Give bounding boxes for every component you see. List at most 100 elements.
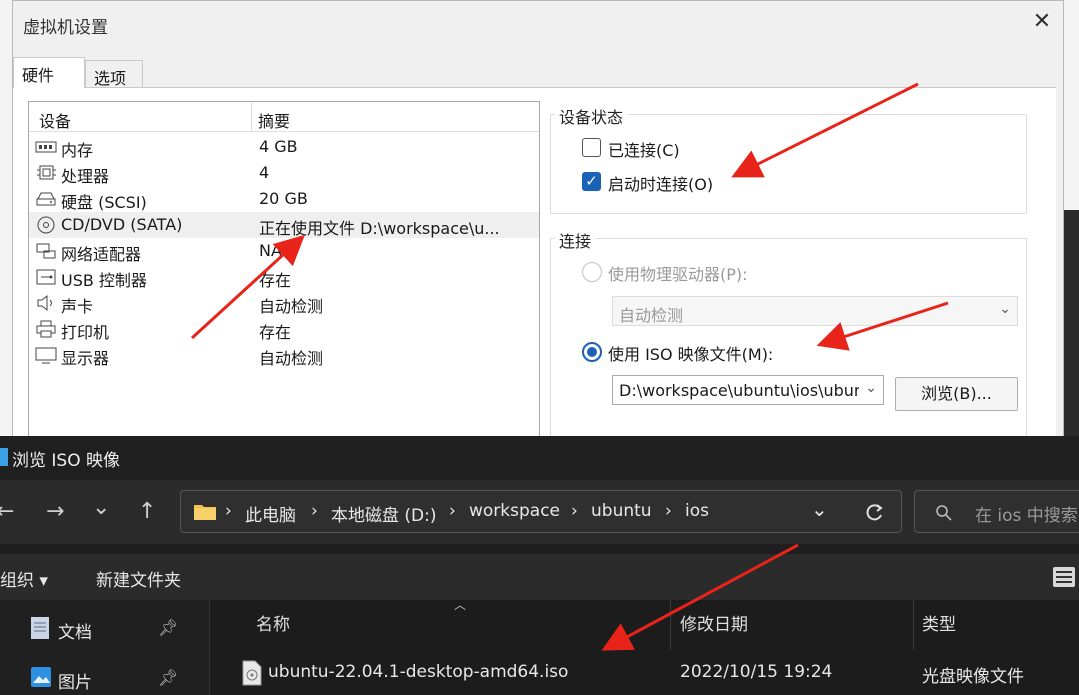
- sidebar-item-pictures[interactable]: 图片 📌︎: [30, 666, 210, 695]
- device-name: CD/DVD (SATA): [61, 215, 183, 234]
- device-row-cd-dvd[interactable]: CD/DVD (SATA) 正在使用文件 D:\workspace\u...: [29, 212, 539, 238]
- breadcrumb-separator: ›: [449, 501, 456, 521]
- close-icon[interactable]: ✕: [1031, 11, 1053, 33]
- device-status-label: 设备状态: [555, 104, 628, 128]
- organize-button[interactable]: 组织 ▾: [0, 566, 48, 591]
- column-header-name[interactable]: 名称: [256, 610, 290, 635]
- device-summary: NAT: [259, 241, 291, 260]
- file-toolbar: 组织 ▾ 新建文件夹: [0, 554, 1079, 600]
- device-list[interactable]: 设备 摘要 内存 4 GB 处理器 4 硬盘 (SCSI) 20 GB CD/D…: [28, 101, 540, 440]
- chevron-down-icon[interactable]: ⌄: [865, 380, 877, 396]
- documents-icon: [31, 617, 49, 639]
- browse-button[interactable]: 浏览(B)...: [895, 377, 1018, 411]
- device-summary: 4 GB: [259, 137, 298, 156]
- folder-icon: [194, 505, 216, 520]
- device-name: 处理器: [61, 167, 110, 186]
- file-modified: 2022/10/15 19:24: [680, 662, 833, 682]
- navigation-bar: ← → ⌄ ↑ › 此电脑 › 本地磁盘 (D:) › workspace › …: [0, 480, 1079, 544]
- connected-label[interactable]: 已连接(C): [608, 137, 680, 161]
- file-row[interactable]: ubuntu-22.04.1-desktop-amd64.iso 2022/10…: [210, 652, 1079, 695]
- device-name: 网络适配器: [61, 245, 142, 264]
- forward-icon[interactable]: →: [46, 500, 64, 524]
- up-icon[interactable]: ↑: [138, 500, 156, 524]
- column-separator[interactable]: [670, 600, 671, 650]
- device-row-hard-disk[interactable]: 硬盘 (SCSI) 20 GB: [29, 186, 539, 212]
- view-options-icon[interactable]: [1052, 566, 1076, 588]
- file-list: ︿ 名称 修改日期 类型 ubuntu-22.04.1-desktop-amd6…: [210, 598, 1079, 695]
- column-device[interactable]: 设备: [39, 108, 71, 132]
- device-summary: 正在使用文件 D:\workspace\u...: [259, 219, 500, 238]
- sort-chevron-icon: ︿: [454, 598, 467, 612]
- physical-drive-label[interactable]: 使用物理驱动器(P):: [608, 261, 748, 285]
- navigation-pane: 文档 📌︎ 图片 📌︎: [0, 600, 210, 695]
- device-summary: 4: [259, 163, 270, 182]
- device-name: 显示器: [61, 349, 110, 368]
- device-summary: 自动检测: [259, 349, 324, 368]
- sidebar-item-documents[interactable]: 文档 📌︎: [30, 616, 210, 646]
- device-row-display[interactable]: 显示器 自动检测: [29, 342, 539, 368]
- connected-checkbox[interactable]: [582, 138, 601, 157]
- column-separator[interactable]: [913, 600, 914, 650]
- recent-locations-icon[interactable]: ⌄: [92, 496, 110, 520]
- printer-icon: [36, 320, 56, 338]
- background-window-right-dark: [1063, 210, 1079, 440]
- pin-icon[interactable]: 📌︎: [158, 618, 178, 637]
- breadcrumb-separator: ›: [665, 501, 672, 521]
- search-placeholder: 在 ios 中搜索: [975, 506, 1078, 526]
- device-name: 硬盘 (SCSI): [61, 193, 147, 212]
- disc-image-file-icon: [242, 660, 262, 686]
- breadcrumb-ios[interactable]: ios: [685, 501, 709, 521]
- search-icon: [936, 505, 952, 521]
- physical-drive-select[interactable]: 自动检测 ⌄: [612, 296, 1018, 326]
- sidebar-item-label: 图片: [58, 673, 92, 693]
- tab-hardware[interactable]: 硬件: [13, 57, 85, 88]
- iso-image-label[interactable]: 使用 ISO 映像文件(M):: [608, 341, 773, 365]
- device-summary: 存在: [259, 271, 292, 290]
- column-summary[interactable]: 摘要: [258, 108, 290, 132]
- device-row-memory[interactable]: 内存 4 GB: [29, 134, 539, 160]
- iso-path-combo[interactable]: D:\workspace\ubuntu\ios\ubuntu ⌄: [612, 375, 884, 405]
- pin-icon[interactable]: 📌︎: [158, 668, 178, 687]
- device-row-sound[interactable]: 声卡 自动检测: [29, 290, 539, 316]
- cpu-icon: [37, 165, 56, 180]
- device-name: 打印机: [61, 323, 110, 342]
- device-name: USB 控制器: [61, 271, 147, 290]
- address-history-chevron-icon[interactable]: ⌄: [811, 497, 828, 521]
- pictures-icon: [31, 667, 51, 687]
- address-bar[interactable]: › 此电脑 › 本地磁盘 (D:) › workspace › ubuntu ›…: [180, 490, 902, 533]
- device-status-group: [550, 114, 1027, 214]
- iso-path-value: D:\workspace\ubuntu\ios\ubuntu: [619, 381, 859, 400]
- refresh-icon[interactable]: [863, 502, 885, 524]
- breadcrumb-ubuntu[interactable]: ubuntu: [591, 501, 652, 521]
- device-name: 内存: [61, 141, 94, 160]
- device-row-cpu[interactable]: 处理器 4: [29, 160, 539, 186]
- iso-image-radio[interactable]: [582, 342, 602, 362]
- browse-iso-dialog: 浏览 ISO 映像 ← → ⌄ ↑ › 此电脑 › 本地磁盘 (D:) › wo…: [0, 436, 1079, 695]
- file-dialog-titlebar: 浏览 ISO 映像: [0, 436, 1079, 480]
- column-header-modified[interactable]: 修改日期: [680, 610, 748, 635]
- column-header-type[interactable]: 类型: [922, 610, 956, 635]
- search-box[interactable]: 在 ios 中搜索: [914, 490, 1079, 533]
- back-icon[interactable]: ←: [0, 500, 14, 524]
- tab-options[interactable]: 选项: [85, 60, 143, 88]
- physical-drive-radio[interactable]: [582, 262, 602, 282]
- device-row-usb[interactable]: USB 控制器 存在: [29, 264, 539, 290]
- device-row-network[interactable]: 网络适配器 NAT: [29, 238, 539, 264]
- file-name: ubuntu-22.04.1-desktop-amd64.iso: [268, 662, 569, 682]
- hard-disk-icon: [36, 192, 56, 206]
- breadcrumb-local-disk[interactable]: 本地磁盘 (D:): [331, 501, 437, 526]
- memory-icon: [35, 141, 57, 153]
- connect-on-power-on-label[interactable]: 启动时连接(O): [608, 171, 713, 195]
- new-folder-button[interactable]: 新建文件夹: [96, 566, 181, 591]
- breadcrumb-this-pc[interactable]: 此电脑: [245, 501, 296, 526]
- connect-on-power-on-checkbox[interactable]: ✓: [582, 172, 601, 191]
- device-row-printer[interactable]: 打印机 存在: [29, 316, 539, 342]
- app-icon: [0, 448, 8, 466]
- breadcrumb-separator: ›: [225, 501, 232, 521]
- chevron-down-icon: ⌄: [999, 301, 1011, 317]
- sound-icon: [37, 294, 52, 312]
- breadcrumb-separator: ›: [571, 501, 578, 521]
- file-content-area: 文档 📌︎ 图片 📌︎ ︿ 名称 修改日期 类型 ubuntu-22.04.1-…: [0, 598, 1079, 695]
- column-separator: [251, 102, 252, 132]
- breadcrumb-workspace[interactable]: workspace: [469, 501, 560, 521]
